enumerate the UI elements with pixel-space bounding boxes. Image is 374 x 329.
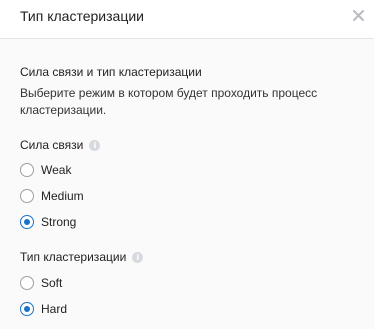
radio-label-soft: Soft <box>41 276 63 290</box>
strength-label-text: Сила связи <box>20 138 84 152</box>
radio-option-soft[interactable]: Soft <box>20 275 62 291</box>
info-icon[interactable]: i <box>132 251 144 263</box>
clustering-dialog: Тип кластеризации Сила связи и тип класт… <box>0 0 374 329</box>
dialog-body: Сила связи и тип кластеризации Выберите … <box>0 39 374 329</box>
close-icon <box>352 9 364 21</box>
section-title: Сила связи и тип кластеризации <box>20 65 202 79</box>
radio-option-medium[interactable]: Medium <box>20 188 84 204</box>
info-icon[interactable]: i <box>89 139 101 151</box>
dialog-title: Тип кластеризации <box>20 8 144 24</box>
radio-option-hard[interactable]: Hard <box>20 301 67 317</box>
section-description: Выберите режим в котором будет проходить… <box>20 86 318 117</box>
radio-option-weak[interactable]: Weak <box>20 162 71 178</box>
dialog-header: Тип кластеризации <box>0 0 374 39</box>
radio-button-strong[interactable] <box>20 215 34 229</box>
clustering-type-label-text: Тип кластеризации <box>20 250 127 264</box>
radio-button-weak[interactable] <box>20 163 34 177</box>
close-button[interactable] <box>350 7 366 23</box>
strength-label: Сила связи i <box>20 138 101 152</box>
radio-button-medium[interactable] <box>20 189 34 203</box>
radio-label-weak: Weak <box>41 163 72 177</box>
radio-label-hard: Hard <box>41 302 68 316</box>
radio-label-medium: Medium <box>41 189 84 203</box>
radio-button-hard[interactable] <box>20 302 34 316</box>
radio-option-strong[interactable]: Strong <box>20 214 76 230</box>
radio-label-strong: Strong <box>41 215 77 229</box>
radio-button-soft[interactable] <box>20 276 34 290</box>
clustering-type-label: Тип кластеризации i <box>20 250 144 264</box>
